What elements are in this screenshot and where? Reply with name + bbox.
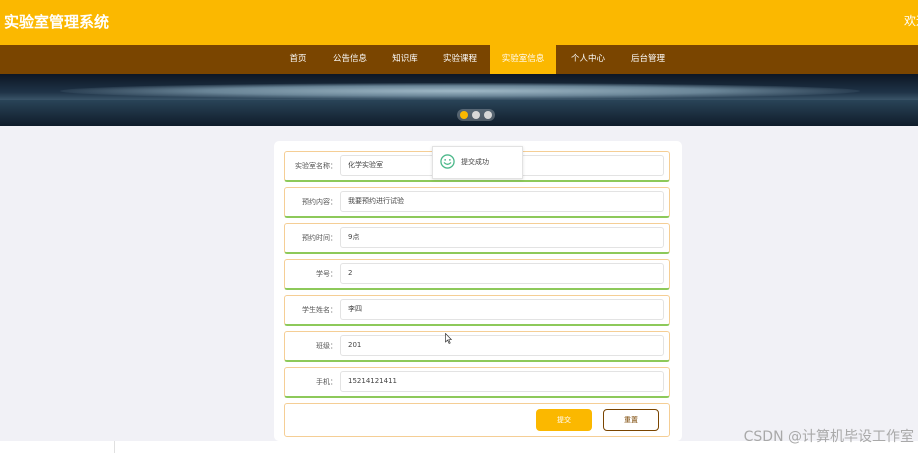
carousel-dot-1[interactable] (460, 111, 468, 119)
field-label-time: 预约时间： (302, 234, 337, 242)
nav-item-profile[interactable]: 个人中心 (564, 45, 612, 74)
field-label-phone: 手机： (316, 378, 337, 386)
nav-item-admin[interactable]: 后台管理 (626, 45, 670, 74)
time-input[interactable]: 9点 (340, 227, 664, 248)
nav-item-home[interactable]: 首页 (281, 45, 315, 74)
student-id-input[interactable]: 2 (340, 263, 664, 284)
submit-button[interactable]: 提交 (536, 409, 592, 431)
mouse-cursor-icon (445, 333, 452, 344)
app-title: 实验室管理系统 (4, 13, 110, 31)
form-actions: 提交 重置 (284, 403, 670, 437)
strip-divider (114, 441, 115, 453)
toast-message: 提交成功 (461, 158, 489, 166)
watermark: CSDN @计算机毕设工作室 (743, 429, 914, 445)
main-nav: 首页 公告信息 知识库 实验课程 实验室信息 个人中心 后台管理 (0, 45, 918, 74)
nav-item-courses[interactable]: 实验课程 (438, 45, 482, 74)
smile-icon (440, 154, 455, 169)
carousel-dot-2[interactable] (472, 111, 480, 119)
phone-input[interactable]: 15214121411 (340, 371, 664, 392)
banner-carousel (0, 74, 918, 126)
field-row-content: 预约内容： 我要预约进行试验 (284, 187, 670, 218)
field-row-time: 预约时间： 9点 (284, 223, 670, 254)
success-toast: 提交成功 (432, 146, 523, 179)
carousel-indicators (457, 109, 495, 121)
field-label-class: 班级： (316, 342, 337, 350)
content-input[interactable]: 我要预约进行试验 (340, 191, 664, 212)
field-row-phone: 手机： 15214121411 (284, 367, 670, 398)
class-input[interactable]: 201 (340, 335, 664, 356)
field-row-class: 班级： 201 (284, 331, 670, 362)
field-label-student-name: 学生姓名： (302, 306, 337, 314)
field-label-student-id: 学号： (316, 270, 337, 278)
reservation-form: 实验室名称： 化学实验室 预约内容： 我要预约进行试验 预约时间： 9点 学号：… (274, 141, 682, 441)
top-header: 实验室管理系统 欢迎 (0, 0, 918, 45)
field-label-lab-name: 实验室名称： (295, 162, 337, 170)
reset-button[interactable]: 重置 (603, 409, 659, 431)
nav-item-announcements[interactable]: 公告信息 (329, 45, 371, 74)
field-row-student-name: 学生姓名： 李四 (284, 295, 670, 326)
welcome-text: 欢迎 (904, 14, 918, 28)
student-name-input[interactable]: 李四 (340, 299, 664, 320)
field-row-student-id: 学号： 2 (284, 259, 670, 290)
nav-item-lab-info[interactable]: 实验室信息 (490, 45, 556, 74)
field-label-content: 预约内容： (302, 198, 337, 206)
carousel-dot-3[interactable] (484, 111, 492, 119)
banner-image-glacier (60, 83, 860, 99)
nav-item-knowledge-base[interactable]: 知识库 (387, 45, 423, 74)
